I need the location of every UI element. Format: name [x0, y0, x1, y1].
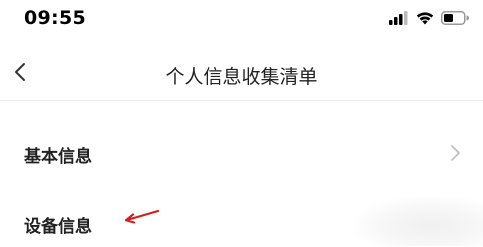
list-item-device-info[interactable]: 设备信息 — [0, 198, 483, 247]
status-bar: 09:55 — [0, 0, 483, 40]
list-item-basic-info[interactable]: 基本信息 — [0, 128, 483, 178]
battery-icon — [441, 10, 469, 29]
list-item-label: 设备信息 — [24, 217, 92, 237]
page-title: 个人信息收集清单 — [165, 66, 318, 88]
wifi-icon — [416, 10, 434, 29]
red-arrow-icon — [122, 207, 160, 225]
list-item-label: 基本信息 — [24, 147, 92, 167]
signal-icon — [389, 10, 409, 29]
status-icons — [389, 10, 469, 29]
nav-bar: 个人信息收集清单 — [0, 50, 483, 101]
chevron-right-icon — [449, 143, 461, 163]
screen: 09:55 个人信息收集清单 基本信息 设备信息 — [0, 0, 483, 247]
status-time: 09:55 — [24, 7, 86, 29]
